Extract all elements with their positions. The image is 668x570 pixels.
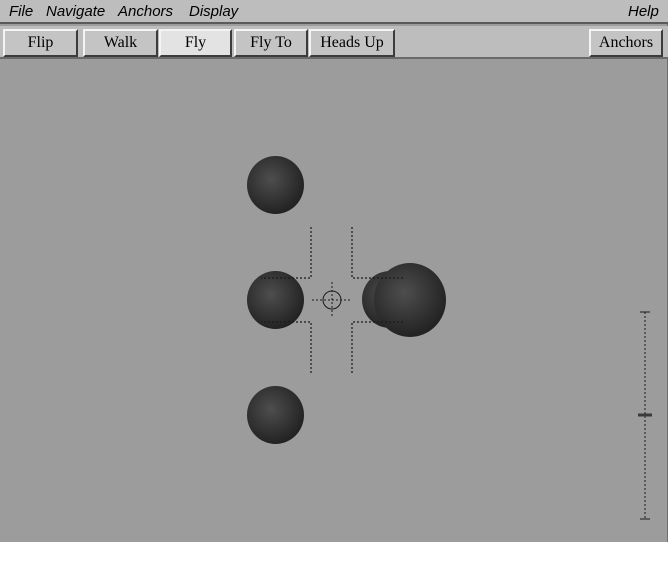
menu-display[interactable]: Display — [189, 3, 238, 20]
menu-anchors[interactable]: Anchors — [118, 3, 173, 20]
anchors-button[interactable]: Anchors — [589, 29, 663, 57]
toolbar: Flip Walk Fly Fly To Heads Up Anchors — [0, 26, 668, 59]
height-gauge-icon — [638, 311, 652, 520]
heads-up-button[interactable]: Heads Up — [309, 29, 395, 57]
fly-button[interactable]: Fly — [159, 29, 232, 57]
menu-navigate[interactable]: Navigate — [46, 3, 105, 20]
crosshair-icon — [312, 282, 352, 318]
walk-button[interactable]: Walk — [83, 29, 158, 57]
flip-button[interactable]: Flip — [3, 29, 78, 57]
hud-overlay — [261, 227, 652, 520]
app-window: File Navigate Anchors Display Help Flip … — [0, 0, 668, 542]
menu-bar: File Navigate Anchors Display Help — [0, 0, 668, 24]
menu-help[interactable]: Help — [628, 3, 659, 20]
bottom-strip — [0, 542, 668, 570]
fly-to-button[interactable]: Fly To — [234, 29, 308, 57]
menu-file[interactable]: File — [9, 3, 33, 20]
3d-viewport[interactable] — [0, 61, 668, 542]
